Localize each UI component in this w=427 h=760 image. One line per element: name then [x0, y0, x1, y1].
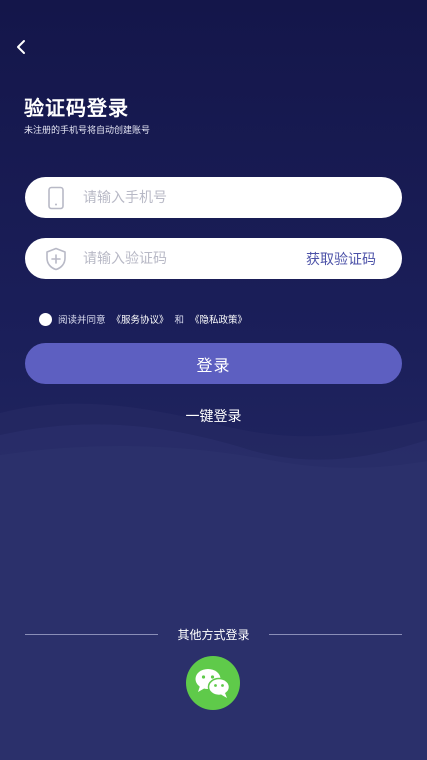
- phone-input[interactable]: [81, 188, 402, 207]
- agree-checkbox[interactable]: [39, 312, 52, 326]
- chevron-left-icon: [17, 40, 25, 54]
- phone-field[interactable]: [25, 177, 402, 218]
- agreement-row: 阅读并同意 《服务协议》 和 《隐私政策》: [39, 312, 247, 326]
- shield-icon: [43, 246, 69, 272]
- agreement-conjunction: 和: [174, 315, 185, 326]
- wechat-icon: [195, 669, 231, 698]
- page-subtitle: 未注册的手机号将自动创建账号: [24, 126, 151, 136]
- code-field[interactable]: 获取验证码: [25, 238, 402, 279]
- back-button[interactable]: [10, 36, 32, 58]
- other-login-label: 其他方式登录: [177, 628, 250, 642]
- wechat-login-button[interactable]: [186, 656, 240, 710]
- service-agreement-link[interactable]: 《服务协议》: [112, 312, 169, 326]
- login-button[interactable]: 登录: [25, 343, 402, 384]
- one-key-login-button[interactable]: 一键登录: [0, 406, 427, 426]
- phone-icon: [43, 185, 69, 211]
- login-screen: 验证码登录 未注册的手机号将自动创建账号 获取验证码 阅读并同意 《服务协议》 …: [0, 0, 427, 760]
- page-title: 验证码登录: [24, 96, 129, 120]
- agreement-prefix: 阅读并同意: [58, 315, 106, 326]
- get-code-button[interactable]: 获取验证码: [306, 249, 376, 269]
- privacy-policy-link[interactable]: 《隐私政策》: [190, 312, 247, 326]
- code-input[interactable]: [81, 249, 306, 268]
